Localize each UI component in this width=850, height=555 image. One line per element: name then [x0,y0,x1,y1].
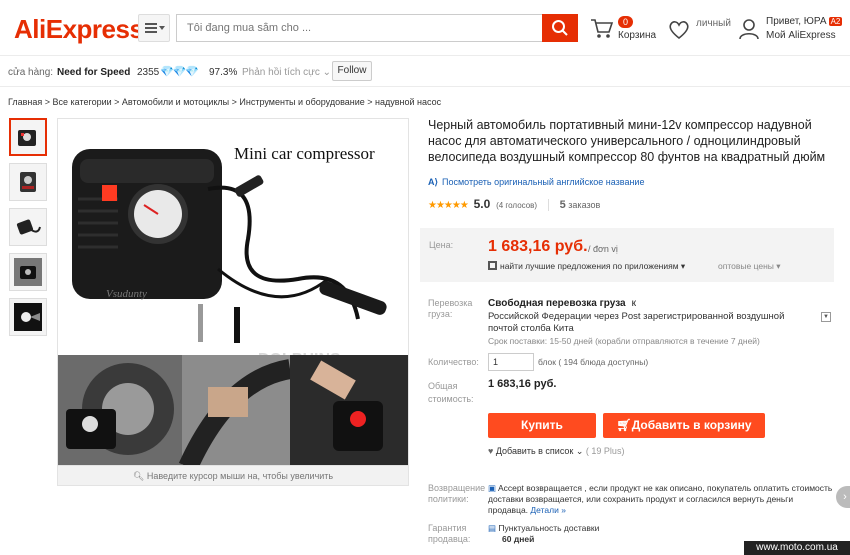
seller-guarantee-label: Гарантия продавца: [428,523,471,544]
cart-label: Корзина [618,30,657,41]
cart-icon [591,19,614,38]
search-input[interactable] [177,15,542,41]
compressor-thumbnail-image [14,258,42,286]
product-main-image[interactable]: Mini car compressor Vsudunty DOLPHINS [57,118,409,466]
quantity-label: Количество: [428,357,479,367]
quantity-available-note: блок ( 194 блюда доступны) [538,357,649,367]
thumbnail-1[interactable] [9,118,47,156]
site-watermark: www.moto.com.ua [744,541,850,555]
shipping-title: Свободная перевозка груза к [488,298,636,309]
aliexpress-logo[interactable]: AliExpress [14,14,144,45]
breadcrumb[interactable]: Главная > Все категории > Автомобили и м… [8,97,441,107]
buy-now-button[interactable]: Купить [488,413,596,438]
translate-icon: A⟩ [428,177,439,187]
wholesale-price-link[interactable]: оптовые цены ▾ [718,261,781,272]
chevron-down-icon [159,26,165,30]
thumbnail-3[interactable] [9,208,47,246]
shipping-label: Перевозка груза: [428,298,473,319]
diamond-rating-icon: 💎💎💎 [160,66,199,78]
search-button[interactable] [542,14,578,42]
star-rating-icon: ★★★★★ [428,200,469,211]
calendar-icon: ▣ [488,483,498,493]
thumbnail-4[interactable] [9,253,47,291]
seller-guarantee: ▤ Пунктуальность доставки 60 дней [488,523,600,544]
price-box: Цена: 1 683,16 руб. / đơn vị найти лучши… [420,228,834,282]
total-label: Общая стоимость: [428,381,474,404]
total-price: 1 683,16 руб. [488,378,557,390]
account-menu[interactable]: Привет, ЮРА A2 Мой AliExpress [738,14,850,44]
cart-count-badge: 0 [618,16,634,28]
compressor-thumbnail-image [20,172,36,192]
cart-link[interactable]: 0 Корзина [590,14,660,44]
membership-badge: A2 [828,17,843,26]
wishlist-count: ( 19 Plus) [585,446,625,456]
orders-count: 5 заказов [559,199,601,211]
feedback-dropdown[interactable]: Phản hồi tích cực ⌄ [242,67,331,78]
rating-row: ★★★★★ 5.0 (4 голосов) 5 заказов [428,197,601,212]
search-box [176,14,542,42]
follow-button[interactable]: Follow [332,61,372,81]
my-aliexpress-link[interactable]: Мой AliExpress [766,30,836,41]
store-score: 2355 [137,67,160,78]
compressor-thumbnail-image [14,303,42,331]
compressor-thumbnail-image [18,130,36,146]
price-value: 1 683,16 руб. [488,238,588,255]
app-deals-link[interactable]: найти лучшие предложения по приложениям … [488,261,685,272]
add-to-wishlist-button[interactable]: ♥ Добавить в список ⌄ ( 19 Plus) [488,446,624,457]
wishlist-label: личный [696,18,731,29]
add-to-cart-button[interactable]: 🛒︎Добавить в корзину [603,413,765,438]
store-label: cửa hàng: [8,67,54,78]
wishlist-link[interactable]: личный [668,14,738,44]
image-caption: Mini car compressor [234,144,375,163]
shipping-dropdown-button[interactable]: ▼ [821,312,831,322]
positive-feedback-percent: 97.3% [209,67,238,78]
store-bar: cửa hàng: Need for Speed 2355 💎💎💎 97.3% … [0,57,850,87]
price-label: Цена: [429,240,454,250]
translate-title-link[interactable]: A⟩ Посмотреть оригинальный английское наз… [428,177,644,188]
user-icon [739,19,759,40]
compressor-product-photo: Mini car compressor Vsudunty DOLPHINS [58,119,408,465]
return-policy-label: Возвращение политики: [428,483,486,504]
search-icon [552,20,568,36]
rating-value: 5.0 [473,197,491,211]
shipping-description: Российской Федерации через Post зарегист… [488,311,785,334]
zoom-hint: 🔍︎ Наведите курсор мыши на, чтобы увелич… [57,466,409,486]
heart-icon [669,21,689,40]
magnifier-icon: 🔍︎ [132,471,147,481]
return-policy-text: ▣ Accept возвращается , если продукт не … [488,483,833,515]
site-header: AliExpress 0 Корзина личный Привет, ЮРАA… [0,0,850,56]
thumbnail-2[interactable] [9,163,47,201]
store-name[interactable]: Need for Speed [57,67,130,78]
return-details-link[interactable]: Детали » [530,505,566,515]
price-unit: / đơn vị [588,244,618,254]
thumbnail-5[interactable] [9,298,47,336]
compressor-thumbnail-image [16,219,41,235]
quantity-input[interactable]: 1 [488,353,534,371]
divider [547,199,549,212]
heart-icon: ♥ [488,446,496,456]
categories-menu-button[interactable] [138,14,170,42]
votes-count[interactable]: (4 голосов) [496,201,537,210]
shipping-time: Срок поставки: 15-50 дней (корабли отпра… [488,336,760,346]
next-arrow-button[interactable]: › [836,486,850,508]
truck-icon: ▤ [488,523,499,533]
qr-code-icon [488,261,497,270]
svg-text:Vsudunty: Vsudunty [106,288,147,300]
cart-icon: 🛒︎ [616,418,632,432]
greeting-text: Привет, ЮРА A2 [766,16,843,27]
menu-icon [145,23,157,33]
product-title: Черный автомобиль портативный мини-12v к… [428,118,826,164]
